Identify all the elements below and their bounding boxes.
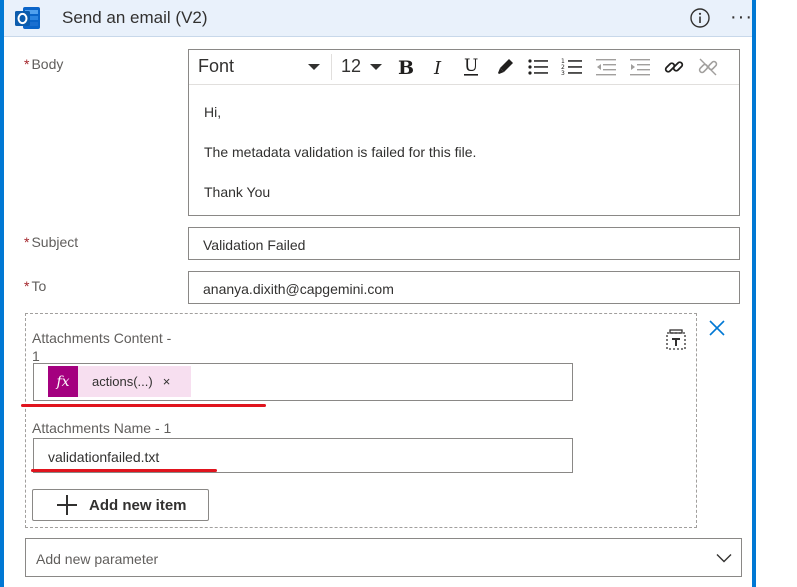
to-field[interactable]: ananya.dixith@capgemini.com	[188, 271, 740, 304]
chevron-down-icon	[308, 64, 320, 70]
function-icon: fx	[48, 366, 78, 397]
rich-text-toolbar: Font 12 B I U 123	[189, 50, 739, 85]
svg-text:3: 3	[561, 70, 565, 77]
font-size-select[interactable]: 12	[341, 56, 383, 78]
to-label-text: To	[31, 278, 47, 294]
add-new-item-button[interactable]: Add new item	[32, 489, 209, 521]
attachments-name-label: Attachments Name - 1	[32, 420, 172, 436]
numbered-list-icon[interactable]: 123	[559, 54, 585, 80]
increase-indent-icon[interactable]	[627, 54, 653, 80]
svg-text:U: U	[464, 56, 478, 76]
attachments-name-value: validationfailed.txt	[48, 449, 160, 465]
link-icon[interactable]	[661, 54, 687, 80]
bulleted-list-icon[interactable]	[525, 54, 551, 80]
red-annotation-underline	[31, 469, 217, 472]
highlight-icon[interactable]	[492, 54, 518, 80]
attachments-name-field[interactable]: validationfailed.txt	[33, 438, 573, 473]
delete-item-icon[interactable]	[664, 328, 688, 352]
unlink-icon[interactable]	[695, 54, 721, 80]
required-marker: *	[24, 278, 30, 294]
svg-text:I: I	[433, 58, 442, 77]
to-value: ananya.dixith@capgemini.com	[203, 281, 394, 297]
add-new-item-label: Add new item	[89, 496, 187, 514]
action-title[interactable]: Send an email (V2)	[62, 8, 208, 28]
close-icon[interactable]	[708, 319, 726, 337]
font-size-value: 12	[341, 56, 362, 76]
expression-token-label: actions(...)	[92, 374, 153, 389]
decrease-indent-icon[interactable]	[593, 54, 619, 80]
add-new-parameter-dropdown[interactable]: Add new parameter	[25, 538, 742, 577]
required-marker: *	[24, 56, 30, 72]
body-label-text: Body	[31, 56, 64, 72]
toolbar-divider	[331, 54, 332, 80]
subject-label-text: Subject	[31, 234, 79, 250]
font-select[interactable]: Font	[198, 56, 321, 78]
to-label: * To	[24, 278, 46, 294]
body-line-greeting[interactable]: Hi,	[204, 104, 221, 120]
add-new-parameter-label: Add new parameter	[36, 551, 159, 567]
chevron-down-icon	[370, 64, 382, 70]
font-select-value: Font	[198, 56, 235, 76]
attachments-content-label-line1: Attachments Content -	[32, 330, 172, 346]
required-marker: *	[24, 234, 30, 250]
plus-icon	[57, 495, 77, 515]
attachments-content-label: Attachments Content - 1	[32, 329, 171, 365]
subject-label: * Subject	[24, 234, 78, 250]
red-annotation-underline	[21, 404, 266, 407]
remove-token-icon[interactable]: ×	[163, 374, 171, 389]
underline-icon[interactable]: U	[458, 54, 484, 80]
chevron-down-icon	[716, 554, 732, 563]
info-icon[interactable]	[689, 7, 711, 29]
expression-token[interactable]: fx actions(...) ×	[48, 366, 191, 397]
subject-field[interactable]: Validation Failed	[188, 227, 740, 260]
action-header[interactable]: Send an email (V2) ···	[4, 0, 752, 37]
body-line-signoff[interactable]: Thank You	[204, 184, 270, 200]
outlook-icon	[15, 7, 40, 29]
svg-text:B: B	[398, 57, 414, 77]
italic-icon[interactable]: I	[425, 54, 451, 80]
body-label: * Body	[24, 56, 63, 72]
more-options-icon[interactable]: ···	[730, 6, 753, 29]
body-editor[interactable]: Font 12 B I U 123 Hi, The metadata valid…	[188, 49, 740, 216]
body-line-message[interactable]: The metadata validation is failed for th…	[204, 144, 476, 160]
subject-value: Validation Failed	[203, 237, 306, 253]
bold-icon[interactable]: B	[392, 54, 418, 80]
